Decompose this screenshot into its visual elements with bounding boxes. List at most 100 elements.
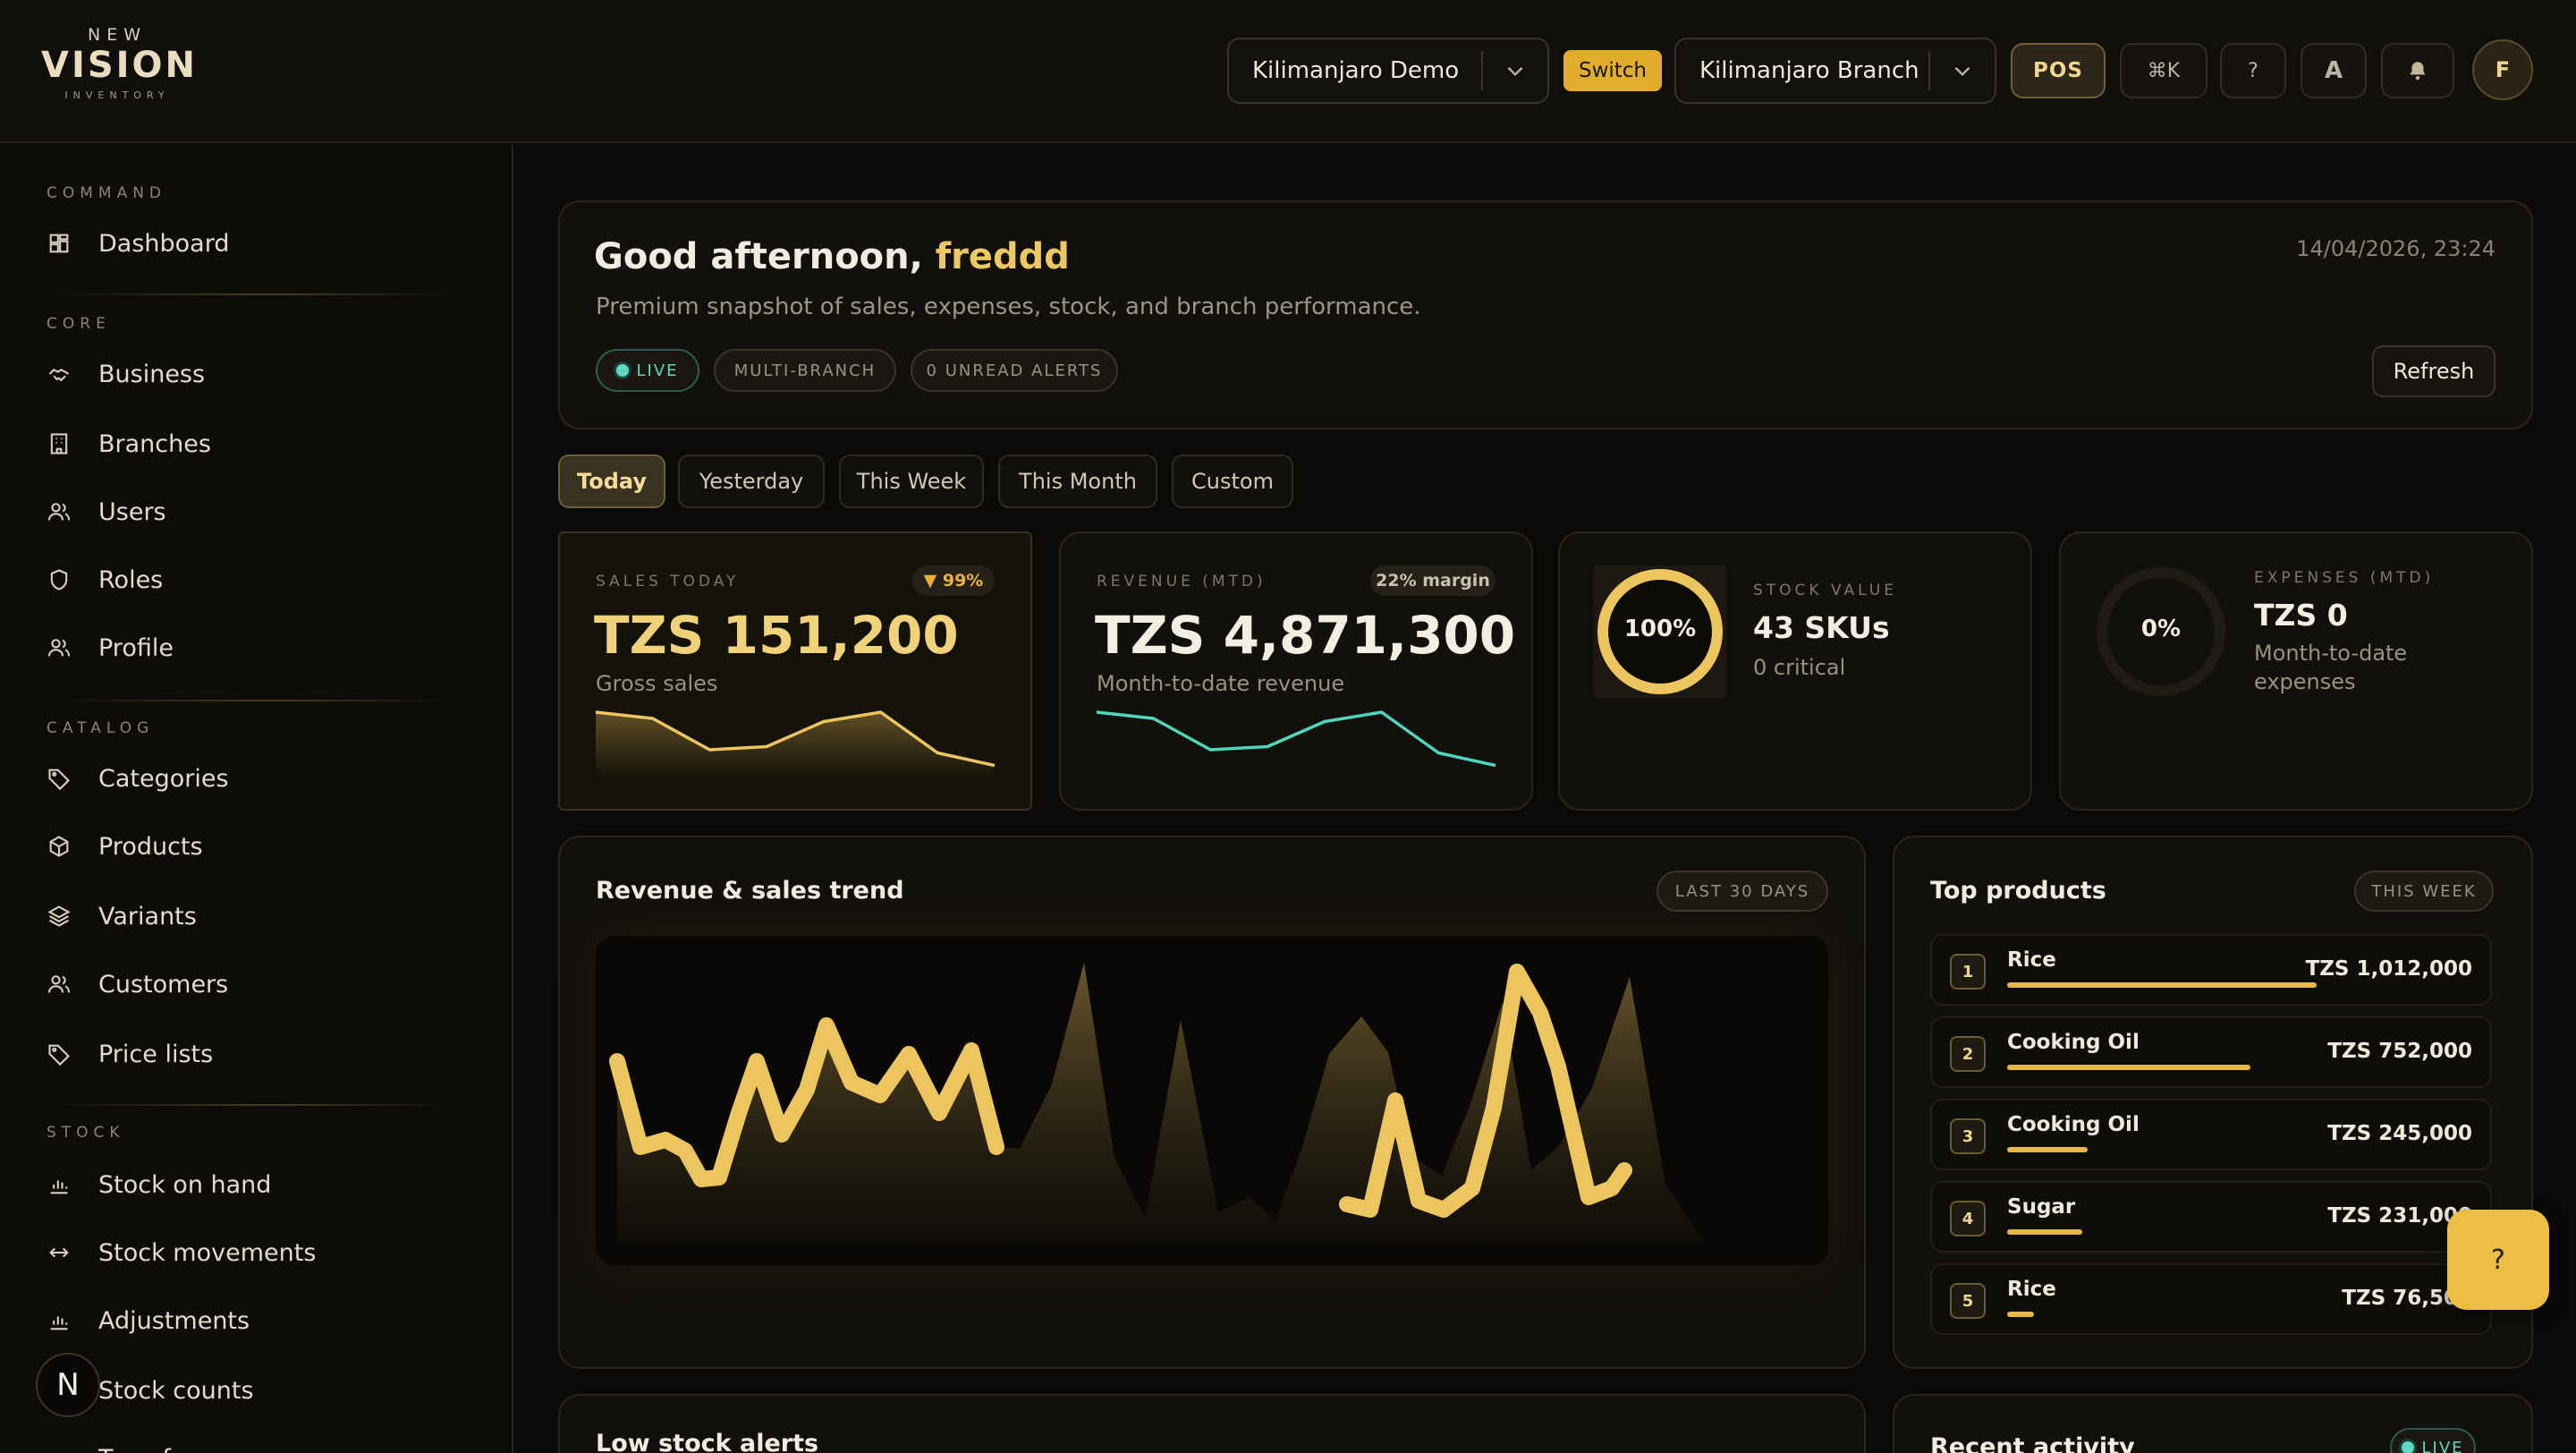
unread-alerts-pill[interactable]: 0 UNREAD ALERTS [911,349,1118,392]
chevron-down-icon[interactable] [1483,39,1547,102]
greeting-title: Good afternoon, freddd [594,236,1070,277]
sales-sparkline [596,710,995,778]
tab-yesterday[interactable]: Yesterday [678,455,825,508]
trend-title: Revenue & sales trend [596,877,904,905]
business-select-value: Kilimanjaro Demo [1252,57,1460,84]
logo-name: VISION [41,45,199,86]
trend-chart [596,936,1828,1265]
product-name: Sugar [2007,1195,2076,1219]
sales-change-badge: ▼ 99% [912,565,995,596]
product-row[interactable]: 2 Cooking Oil TZS 752,000 [1930,1016,2492,1088]
nav-label: Branches [98,429,211,458]
nav-business[interactable]: Business [47,349,458,399]
nav-branches[interactable]: Branches [47,419,458,469]
refresh-button[interactable]: Refresh [2372,345,2496,397]
product-share-bar [2007,1065,2250,1070]
tab-this-week[interactable]: This Week [839,455,984,508]
nav-categories[interactable]: Categories [47,753,458,803]
product-value: TZS 1,012,000 [2305,957,2472,981]
expenses-mtd-sub: Month-to-date expenses [2254,641,2408,694]
revenue-sparkline-line [1097,710,1496,768]
nav-label: Dashboard [98,229,230,258]
revenue-sparkline [1097,710,1496,768]
arrows-horizontal-icon [47,1446,86,1453]
top-products-range-chip[interactable]: THIS WEEK [2354,871,2494,912]
nav-transfers[interactable]: Transfers [47,1433,458,1453]
revenue-mtd-value: TZS 4,871,300 [1095,605,1516,666]
users-icon [47,972,86,997]
nav-profile[interactable]: Profile [47,623,458,673]
nav-roles[interactable]: Roles [47,555,458,605]
command-palette-button[interactable]: ⌘K [2120,43,2207,98]
users-icon [47,635,86,660]
logo-sub-text: INVENTORY [64,89,170,101]
handshake-icon [47,361,86,387]
nav-stock-movements[interactable]: Stock movements [47,1228,458,1278]
arrows-horizontal-icon [47,1240,86,1265]
product-name: Rice [2007,1278,2056,1301]
low-stock-title: Low stock alerts [596,1430,819,1453]
trend-range-chip[interactable]: LAST 30 DAYS [1657,871,1828,912]
pos-button[interactable]: POS [2011,43,2106,98]
multi-branch-pill: MULTI-BRANCH [714,349,896,392]
help-button[interactable]: ? [2220,43,2286,98]
nav-variants[interactable]: Variants [47,891,458,941]
product-rank: 1 [1950,954,1986,990]
product-row[interactable]: 4 Sugar TZS 231,000 [1930,1181,2492,1253]
recent-activity-title: Recent activity [1930,1433,2135,1453]
product-rank: 3 [1950,1118,1986,1154]
chevron-down-icon[interactable] [1930,39,1995,102]
nav-products[interactable]: Products [47,821,458,871]
nav-label: Transfers [98,1445,208,1453]
font-size-button[interactable]: A [2301,43,2367,98]
nav-dashboard[interactable]: Dashboard [47,218,458,268]
brand-logo[interactable]: NEW VISION INVENTORY [41,25,199,116]
nav-label: Business [98,360,206,388]
nav-stock-counts[interactable]: Stock counts [47,1365,458,1415]
stock-ring-label: 100% [1623,616,1697,642]
sales-sparkline-area [596,712,995,778]
logo-top-text: NEW [87,25,147,45]
nav-price-lists[interactable]: Price lists [47,1029,458,1079]
stock-critical-sub: 0 critical [1753,655,1846,680]
product-row[interactable]: 3 Cooking Oil TZS 245,000 [1930,1099,2492,1170]
product-name: Cooking Oil [2007,1031,2140,1054]
tab-this-month[interactable]: This Month [998,455,1157,508]
help-fab-button[interactable]: ? [2447,1210,2549,1310]
nav-label: Variants [98,902,197,930]
tab-today[interactable]: Today [558,455,665,508]
revenue-mtd-sub: Month-to-date revenue [1097,671,1345,696]
product-row[interactable]: 5 Rice TZS 76,500 [1930,1263,2492,1335]
product-name: Rice [2007,948,2056,972]
section-label-catalog: CATALOG [47,719,155,737]
live-dot-icon [616,364,630,377]
sidebar: COMMAND Dashboard CORE Business Branches… [0,145,513,1453]
top-products-title: Top products [1930,877,2106,905]
pill-label: LIVE [636,361,679,380]
switch-button[interactable]: Switch [1563,50,1662,91]
nav-customers[interactable]: Customers [47,959,458,1009]
users-icon [47,499,86,524]
expenses-mtd-label: EXPENSES (MTD) [2254,569,2435,587]
product-row[interactable]: 1 Rice TZS 1,012,000 [1930,934,2492,1006]
branch-select[interactable]: Kilimanjaro Branch [1674,38,1996,104]
nav-stock-on-hand[interactable]: Stock on hand [47,1160,458,1210]
user-avatar[interactable]: F [2472,39,2533,100]
sales-today-sub: Gross sales [596,671,718,696]
business-select[interactable]: Kilimanjaro Demo [1227,38,1549,104]
greeting-datetime: 14/04/2026, 23:24 [2296,236,2496,261]
notifications-button[interactable] [2381,43,2454,98]
product-share-bar [2007,1312,2034,1317]
section-label-command: COMMAND [47,184,167,202]
branch-select-value: Kilimanjaro Branch [1699,57,1919,84]
nav-label: Stock on hand [98,1170,272,1199]
dev-tools-badge[interactable]: N [36,1353,100,1417]
bar-chart-icon [47,1172,86,1197]
nav-label: Adjustments [98,1306,250,1335]
product-rank: 4 [1950,1201,1986,1236]
tab-custom[interactable]: Custom [1172,455,1293,508]
nav-adjustments[interactable]: Adjustments [47,1296,458,1346]
product-name: Cooking Oil [2007,1113,2140,1136]
nav-users[interactable]: Users [47,487,458,537]
product-share-bar [2007,982,2317,988]
